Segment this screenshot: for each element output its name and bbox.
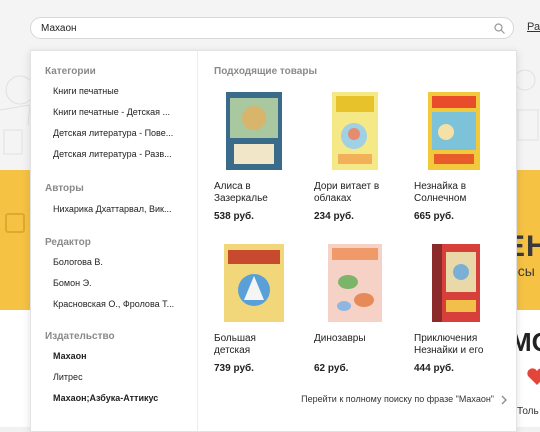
product-name[interactable]: Динозавры: [314, 333, 392, 357]
category-item[interactable]: Книги печатные - Детская ...: [53, 107, 193, 117]
category-item[interactable]: Детская литература - Пове...: [53, 128, 193, 138]
product-card[interactable]: Динозавры 62 руб.: [314, 244, 392, 374]
product-price: 444 руб.: [414, 363, 454, 374]
product-name[interactable]: Дори витает в облаках: [314, 181, 392, 205]
product-price: 62 руб.: [314, 363, 349, 374]
author-item[interactable]: Нихарика Дхаттарвал, Вик...: [53, 204, 193, 214]
book-cover-neznaika[interactable]: [424, 92, 484, 170]
category-item[interactable]: Детская литература - Разв...: [53, 149, 193, 159]
search-bar[interactable]: [30, 17, 514, 39]
search-input[interactable]: [41, 21, 481, 36]
editors-title: Редактор: [45, 237, 91, 248]
editor-item[interactable]: Красновская О., Фролова Т...: [53, 299, 193, 309]
suggestions-sidebar: Категории Книги печатные Книги печатные …: [31, 51, 198, 431]
product-card[interactable]: Незнайка в Солнечном 665 руб.: [414, 92, 492, 222]
editor-item[interactable]: Бологова В.: [53, 257, 193, 267]
book-cover-neznaika-adventures[interactable]: [424, 244, 484, 322]
product-price: 665 руб.: [414, 211, 454, 222]
product-name[interactable]: Незнайка в Солнечном: [414, 181, 492, 205]
publisher-item[interactable]: Махаон: [53, 351, 193, 361]
header-link[interactable]: Рас: [527, 21, 540, 33]
product-card[interactable]: Большая детская 739 руб.: [214, 244, 292, 374]
product-name[interactable]: Алиса в Зазеркалье: [214, 181, 292, 205]
product-name[interactable]: Большая детская: [214, 333, 292, 357]
book-cover-dinosaurs[interactable]: [324, 244, 384, 322]
book-cover-alice[interactable]: [224, 92, 284, 170]
product-card[interactable]: Дори витает в облаках 234 руб.: [314, 92, 392, 222]
product-card[interactable]: Приключения Незнайки и его 444 руб.: [414, 244, 492, 374]
search-icon[interactable]: [494, 23, 505, 34]
category-item[interactable]: Книги печатные: [53, 86, 193, 96]
section-subtext: Толь: [517, 406, 539, 417]
chevron-right-icon[interactable]: [500, 395, 508, 405]
publishers-title: Издательство: [45, 331, 115, 342]
banner-icon: [5, 213, 25, 233]
product-card[interactable]: Алиса в Зазеркалье 538 руб.: [214, 92, 292, 222]
product-price: 739 руб.: [214, 363, 254, 374]
book-cover-big-kids[interactable]: [224, 244, 284, 322]
full-search-link[interactable]: Перейти к полному поиску по фразе "Махао…: [301, 394, 494, 404]
search-suggestions-dropdown: Категории Книги печатные Книги печатные …: [30, 50, 517, 432]
heart-icon[interactable]: [526, 368, 540, 386]
publisher-item[interactable]: Литрес: [53, 372, 193, 382]
product-price: 538 руб.: [214, 211, 254, 222]
matching-products-title: Подходящие товары: [214, 66, 318, 77]
editor-item[interactable]: Бомон Э.: [53, 278, 193, 288]
categories-title: Категории: [45, 66, 96, 77]
book-cover-dori[interactable]: [324, 92, 384, 170]
publisher-item[interactable]: Махаон;Азбука-Аттикус: [53, 393, 193, 403]
product-name[interactable]: Приключения Незнайки и его: [414, 333, 492, 357]
authors-title: Авторы: [45, 183, 84, 194]
product-price: 234 руб.: [314, 211, 354, 222]
